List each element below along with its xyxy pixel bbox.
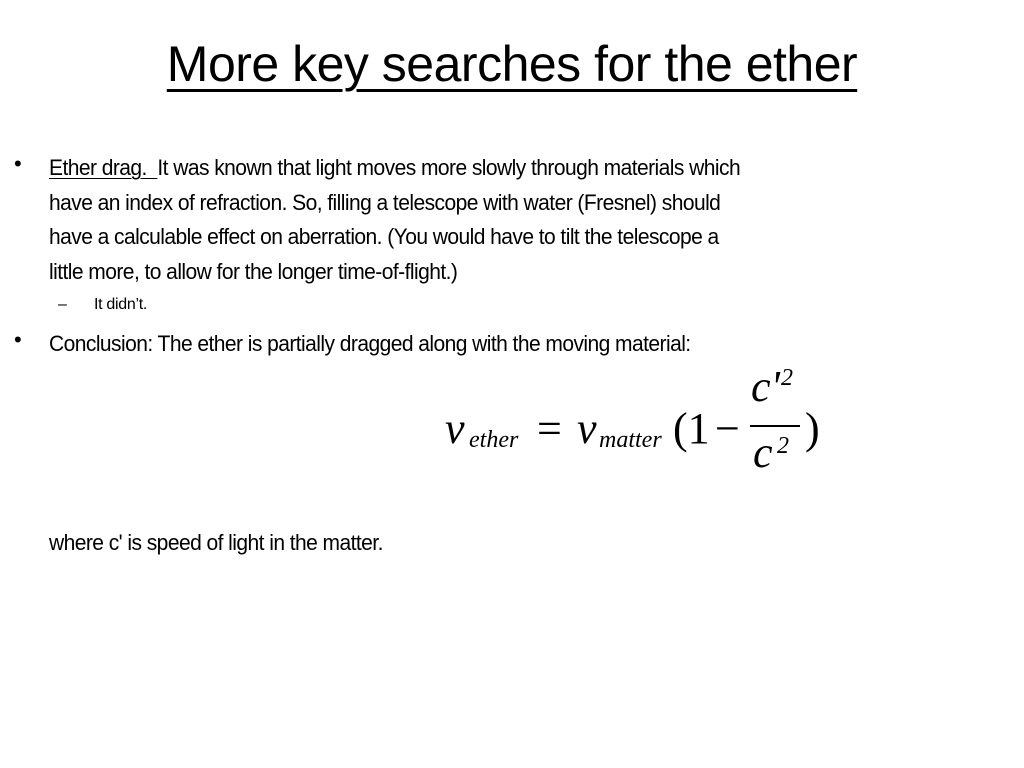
bullet-lead-term: Ether drag. — [49, 155, 158, 180]
formula-minus: − — [715, 404, 740, 453]
slide-title-text: More key searches for the ether — [166, 36, 858, 92]
subitem-text: It didn’t. — [94, 296, 148, 313]
bullet-line: Ether drag. It was known that light move… — [49, 151, 988, 186]
bullet-line: have an index of refraction. So, filling… — [49, 189, 721, 215]
formula-equals: = — [537, 404, 562, 453]
subitem-marker: – — [58, 296, 67, 313]
formula-denominator-exp: 2 — [777, 433, 789, 459]
bullet-marker: • — [14, 151, 22, 176]
formula-lhs-var: v — [445, 404, 465, 453]
bullet-line-text: It was known that light moves more slowl… — [157, 155, 741, 180]
formula-open-paren: (1 — [673, 404, 710, 453]
bullet-ether-drag: Ether drag. It was known that light move… — [49, 151, 988, 289]
formula-rhs-sub: matter — [599, 427, 662, 453]
bullet-line: little more, to allow for the longer tim… — [49, 258, 458, 284]
ether-drag-formula: v ether = v matter (1 − c' 2 c 2 ) — [445, 362, 835, 485]
formula-lhs-sub: ether — [469, 427, 519, 453]
formula-numerator: c' — [751, 362, 780, 411]
bullet-line: have a calculable effect on aberration. … — [49, 224, 719, 249]
bullet-marker: • — [14, 327, 22, 352]
formula-numerator-exp: 2 — [781, 365, 793, 391]
speed-note: where c' is speed of light in the matter… — [49, 530, 383, 555]
formula-denominator: c — [753, 428, 773, 477]
formula-rhs-var: v — [577, 404, 597, 453]
formula-close-paren: ) — [805, 404, 820, 453]
slide-title: More key searches for the ether — [0, 28, 1024, 100]
bullet-conclusion: Conclusion: The ether is partially dragg… — [49, 331, 691, 356]
